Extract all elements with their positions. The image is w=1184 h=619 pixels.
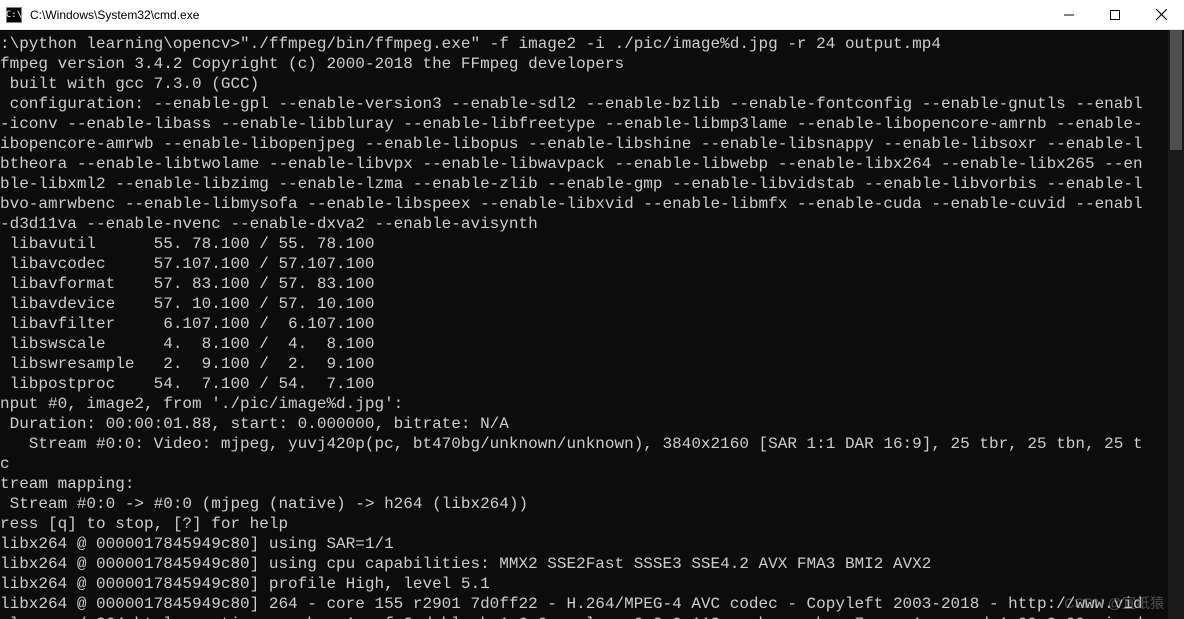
titlebar[interactable]: C:\ C:\Windows\System32\cmd.exe: [0, 0, 1184, 30]
terminal-line: libx264 @ 0000017845949c80] using SAR=1/…: [0, 534, 1168, 554]
vertical-scrollbar[interactable]: [1168, 30, 1184, 619]
minimize-icon: [1064, 10, 1074, 20]
maximize-icon: [1110, 10, 1120, 20]
terminal-line: libswscale 4. 8.100 / 4. 8.100: [0, 334, 1168, 354]
scrollbar-thumb[interactable]: [1170, 30, 1182, 150]
terminal-line: libavutil 55. 78.100 / 55. 78.100: [0, 234, 1168, 254]
terminal-line: olan.org/x264.html - options: cabac=1 re…: [0, 614, 1168, 619]
close-icon: [1156, 9, 1167, 20]
terminal-line: ibopencore-amrwb --enable-libopenjpeg --…: [0, 134, 1168, 154]
terminal-line: ble-libxml2 --enable-libzimg --enable-lz…: [0, 174, 1168, 194]
maximize-button[interactable]: [1092, 0, 1138, 29]
cmd-icon: C:\: [6, 7, 22, 23]
terminal-line: libpostproc 54. 7.100 / 54. 7.100: [0, 374, 1168, 394]
terminal-line: bvo-amrwbenc --enable-libmysofa --enable…: [0, 194, 1168, 214]
terminal-line: Stream #0:0 -> #0:0 (mjpeg (native) -> h…: [0, 494, 1168, 514]
terminal-line: libx264 @ 0000017845949c80] using cpu ca…: [0, 554, 1168, 574]
terminal-line: nput #0, image2, from './pic/image%d.jpg…: [0, 394, 1168, 414]
minimize-button[interactable]: [1046, 0, 1092, 29]
close-button[interactable]: [1138, 0, 1184, 29]
terminal-line: -iconv --enable-libass --enable-libblura…: [0, 114, 1168, 134]
window-title: C:\Windows\System32\cmd.exe: [28, 8, 1046, 22]
terminal-area[interactable]: :\python learning\opencv>"./ffmpeg/bin/f…: [0, 30, 1184, 619]
terminal-line: libavcodec 57.107.100 / 57.107.100: [0, 254, 1168, 274]
terminal-content: :\python learning\opencv>"./ffmpeg/bin/f…: [0, 34, 1168, 619]
cmd-window: C:\ C:\Windows\System32\cmd.exe :\python…: [0, 0, 1184, 619]
terminal-line: c: [0, 454, 1168, 474]
terminal-line: libx264 @ 0000017845949c80] profile High…: [0, 574, 1168, 594]
terminal-line: libavformat 57. 83.100 / 57. 83.100: [0, 274, 1168, 294]
terminal-line: libswresample 2. 9.100 / 2. 9.100: [0, 354, 1168, 374]
terminal-line: libavdevice 57. 10.100 / 57. 10.100: [0, 294, 1168, 314]
terminal-line: ress [q] to stop, [?] for help: [0, 514, 1168, 534]
terminal-line: -d3d11va --enable-nvenc --enable-dxva2 -…: [0, 214, 1168, 234]
terminal-line: libx264 @ 0000017845949c80] 264 - core 1…: [0, 594, 1168, 614]
terminal-line: fmpeg version 3.4.2 Copyright (c) 2000-2…: [0, 54, 1168, 74]
terminal-line: Duration: 00:00:01.88, start: 0.000000, …: [0, 414, 1168, 434]
terminal-line: :\python learning\opencv>"./ffmpeg/bin/f…: [0, 34, 1168, 54]
terminal-line: configuration: --enable-gpl --enable-ver…: [0, 94, 1168, 114]
terminal-line: built with gcc 7.3.0 (GCC): [0, 74, 1168, 94]
terminal-line: tream mapping:: [0, 474, 1168, 494]
window-controls: [1046, 0, 1184, 29]
terminal-line: libavfilter 6.107.100 / 6.107.100: [0, 314, 1168, 334]
terminal-line: Stream #0:0: Video: mjpeg, yuvj420p(pc, …: [0, 434, 1168, 454]
terminal-line: btheora --enable-libtwolame --enable-lib…: [0, 154, 1168, 174]
